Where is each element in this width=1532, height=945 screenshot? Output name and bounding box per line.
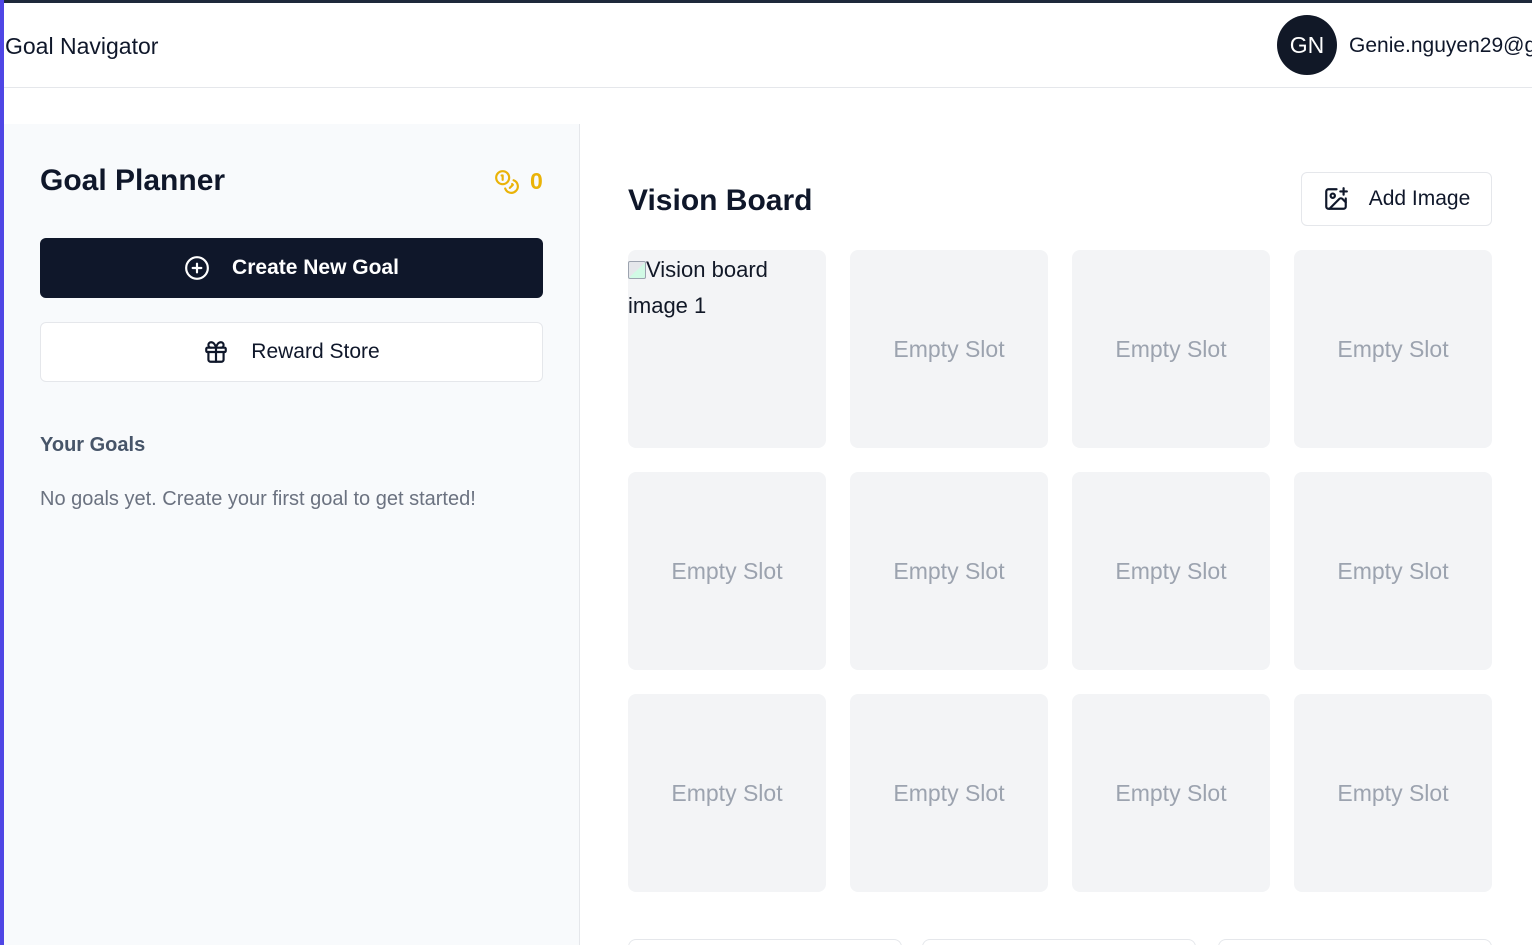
vision-board-slot-empty[interactable]: Empty Slot [850,694,1048,892]
vision-board-slot-empty[interactable]: Empty Slot [1072,472,1270,670]
app-title[interactable]: Goal Navigator [5,33,158,60]
image-plus-icon [1324,187,1348,210]
plus-circle-icon [185,256,209,280]
gift-icon [205,341,228,363]
vision-board-slot-empty[interactable]: Empty Slot [850,472,1048,670]
vision-board-slot-image[interactable]: Vision board image 1 [628,250,826,448]
top-bar: Goal Navigator GN Genie.nguyen29@g [4,3,1532,88]
vision-board-grid: Vision board image 1 Empty Slot Empty Sl… [628,250,1492,892]
vision-board-slot-empty[interactable]: Empty Slot [1072,250,1270,448]
vision-board-slot-empty[interactable]: Empty Slot [1294,472,1492,670]
create-new-goal-label: Create New Goal [232,256,399,279]
user-email: Genie.nguyen29@g [1349,34,1532,57]
broken-image: Vision board image 1 [628,252,826,324]
partial-card [1218,939,1492,945]
coin-count: 0 [530,168,543,194]
vision-board-slot-empty[interactable]: Empty Slot [1294,250,1492,448]
create-new-goal-button[interactable]: Create New Goal [40,238,543,298]
partial-card [922,939,1196,945]
goals-empty-message: No goals yet. Create your first goal to … [40,488,476,510]
vision-board-slot-empty[interactable]: Empty Slot [1072,694,1270,892]
coins-icon [495,169,519,194]
add-image-label: Add Image [1368,187,1471,210]
vision-board-slot-empty[interactable]: Empty Slot [1294,694,1492,892]
vision-board-panel: Vision Board Add Image Vision board imag… [580,124,1532,945]
image-alt-text: Vision board image 1 [628,257,768,318]
vision-board-slot-empty[interactable]: Empty Slot [628,694,826,892]
your-goals-heading: Your Goals [40,434,146,456]
broken-image-icon [628,261,646,279]
avatar[interactable]: GN [1277,15,1337,75]
sidebar-title: Goal Planner [40,164,226,197]
vision-board-title: Vision Board [628,184,813,217]
add-image-button[interactable]: Add Image [1301,172,1492,226]
coin-balance: 0 [494,168,543,195]
vision-board-slot-empty[interactable]: Empty Slot [628,472,826,670]
reward-store-button[interactable]: Reward Store [40,322,543,382]
reward-store-label: Reward Store [251,340,380,363]
partial-card [628,939,902,945]
vision-board-slot-empty[interactable]: Empty Slot [850,250,1048,448]
goal-planner-sidebar: Goal Planner 0 Create New Goal Reward St… [4,124,580,945]
